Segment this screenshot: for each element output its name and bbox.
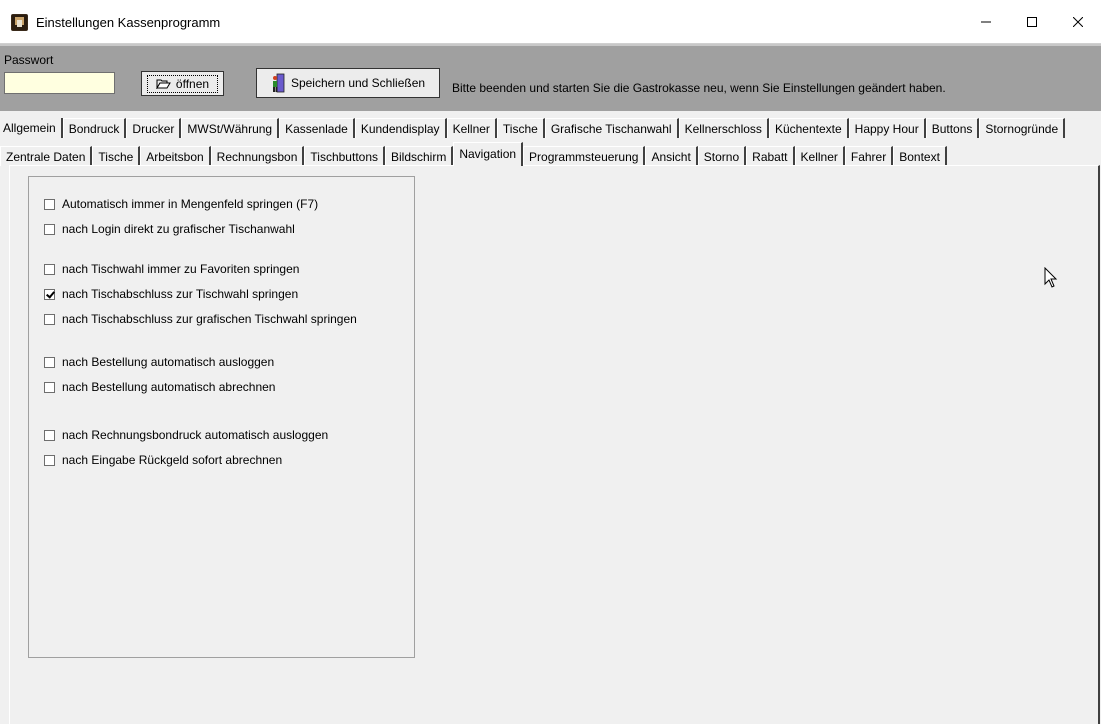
- tab-top-bondruck[interactable]: Bondruck: [62, 118, 127, 138]
- option-label: Automatisch immer in Mengenfeld springen…: [62, 197, 319, 211]
- tab-bottom-kellner[interactable]: Kellner: [794, 146, 845, 166]
- close-icon: [1073, 17, 1083, 27]
- tab-top-grafische-tischanwahl[interactable]: Grafische Tischanwahl: [544, 118, 679, 138]
- open-button-label: öffnen: [175, 76, 210, 91]
- option-checkbox-row[interactable]: nach Bestellung automatisch ausloggen: [44, 355, 274, 369]
- tab-top-kellnerschloss[interactable]: Kellnerschloss: [678, 118, 769, 138]
- option-checkbox-row[interactable]: nach Bestellung automatisch abrechnen: [44, 380, 275, 394]
- checkbox[interactable]: [44, 454, 55, 466]
- tab-top-allgemein[interactable]: Allgemein: [0, 118, 63, 138]
- tab-top-kellner[interactable]: Kellner: [446, 118, 497, 138]
- minimize-icon: [981, 21, 991, 23]
- tab-bottom-bontext[interactable]: Bontext: [893, 146, 947, 166]
- checkbox[interactable]: [44, 381, 55, 393]
- tab-bottom-rechnungsbon[interactable]: Rechnungsbon: [210, 146, 305, 166]
- top-tab-bar: Allgemein Bondruck Drucker MWSt/Währung Kass…: [0, 116, 1066, 138]
- checkbox[interactable]: [44, 223, 55, 235]
- tab-bottom-bildschirm[interactable]: Bildschirm: [385, 146, 454, 166]
- tab-bottom-fahrer[interactable]: Fahrer: [844, 146, 894, 166]
- tab-bottom-tische[interactable]: Tische: [92, 146, 141, 166]
- exit-door-icon: [272, 73, 285, 93]
- option-checkbox-row[interactable]: nach Rechnungsbondruck automatisch auslo…: [44, 428, 328, 442]
- option-label: nach Tischabschluss zur grafischen Tisch…: [62, 312, 357, 326]
- toolbar: Passwort öffnen Speichern und Schließen …: [0, 44, 1101, 111]
- option-label: nach Login direkt zu grafischer Tischanw…: [62, 222, 295, 236]
- tab-bottom-storno[interactable]: Storno: [697, 146, 747, 166]
- option-label: nach Bestellung automatisch ausloggen: [62, 355, 275, 369]
- open-button[interactable]: öffnen: [141, 71, 224, 96]
- checkbox[interactable]: [44, 429, 55, 441]
- tab-top-küchentexte[interactable]: Küchentexte: [768, 118, 849, 138]
- option-checkbox-row[interactable]: nach Tischwahl immer zu Favoriten spring…: [44, 262, 299, 276]
- tab-top-buttons[interactable]: Buttons: [925, 118, 980, 138]
- password-input[interactable]: [4, 72, 115, 94]
- option-checkbox-row[interactable]: nach Tischabschluss zur grafischen Tisch…: [44, 312, 357, 326]
- save-and-close-button[interactable]: Speichern und Schließen: [256, 68, 440, 98]
- tab-top-stornogründe[interactable]: Stornogründe: [979, 118, 1066, 138]
- tab-bottom-rabatt[interactable]: Rabatt: [746, 146, 795, 166]
- tab-top-kassenlade[interactable]: Kassenlade: [279, 118, 355, 138]
- maximize-button[interactable]: [1009, 0, 1055, 44]
- option-checkbox-row[interactable]: nach Login direkt zu grafischer Tischanw…: [44, 222, 295, 236]
- checkbox[interactable]: [44, 288, 55, 300]
- navigation-options-group: [28, 176, 415, 658]
- bottom-tab-bar: Zentrale Daten Tische Arbeitsbon Rechnungsb…: [0, 141, 947, 166]
- tab-top-drucker[interactable]: Drucker: [126, 118, 182, 138]
- checkbox[interactable]: [44, 263, 55, 275]
- tab-bottom-ansicht[interactable]: Ansicht: [645, 146, 698, 166]
- tab-top-mwst-währung[interactable]: MWSt/Währung: [181, 118, 280, 138]
- password-label: Passwort: [4, 53, 54, 67]
- window-title: Einstellungen Kassenprogramm: [36, 15, 221, 30]
- option-label: nach Eingabe Rückgeld sofort abrechnen: [62, 453, 283, 467]
- tab-top-happy-hour[interactable]: Happy Hour: [848, 118, 926, 138]
- tab-bottom-tischbuttons[interactable]: Tischbuttons: [304, 146, 385, 166]
- option-label: nach Tischabschluss zur Tischwahl spring…: [62, 287, 299, 301]
- checkbox[interactable]: [44, 313, 55, 325]
- title-bar: Einstellungen Kassenprogramm: [0, 0, 1101, 44]
- tab-bottom-zentrale-daten[interactable]: Zentrale Daten: [0, 146, 93, 166]
- option-checkbox-row[interactable]: nach Eingabe Rückgeld sofort abrechnen: [44, 453, 282, 467]
- option-checkbox-row[interactable]: Automatisch immer in Mengenfeld springen…: [44, 197, 318, 211]
- tab-top-tische[interactable]: Tische: [496, 118, 545, 138]
- tab-top-kundendisplay[interactable]: Kundendisplay: [354, 118, 447, 138]
- save-and-close-label: Speichern und Schließen: [290, 76, 426, 90]
- close-button[interactable]: [1055, 0, 1101, 44]
- tab-bottom-arbeitsbon[interactable]: Arbeitsbon: [140, 146, 211, 166]
- mouse-pointer-icon: [1044, 267, 1058, 288]
- option-label: nach Bestellung automatisch abrechnen: [62, 380, 276, 394]
- restart-hint: Bitte beenden und starten Sie die Gastro…: [452, 81, 946, 95]
- tab-bottom-programmsteuerung[interactable]: Programmsteuerung: [523, 146, 646, 166]
- tab-bottom-navigation[interactable]: Navigation: [453, 142, 524, 166]
- checkbox[interactable]: [44, 198, 55, 210]
- option-label: nach Rechnungsbondruck automatisch auslo…: [62, 428, 329, 442]
- option-label: nach Tischwahl immer zu Favoriten spring…: [62, 262, 300, 276]
- minimize-button[interactable]: [963, 0, 1009, 44]
- app-icon: [11, 14, 28, 31]
- folder-open-icon: [156, 79, 171, 89]
- option-checkbox-row[interactable]: nach Tischabschluss zur Tischwahl spring…: [44, 287, 298, 301]
- maximize-icon: [1027, 17, 1037, 27]
- checkbox[interactable]: [44, 356, 55, 368]
